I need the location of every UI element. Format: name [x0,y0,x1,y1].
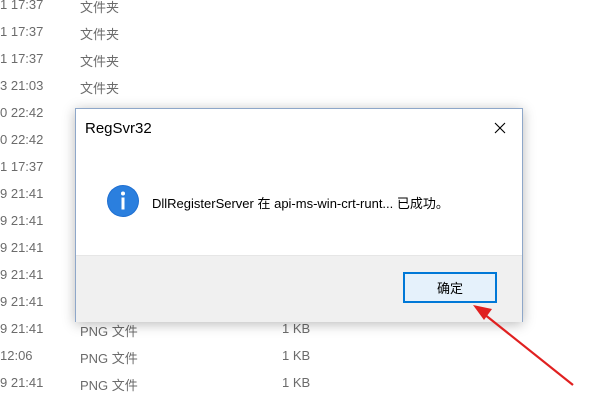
file-date: 1 17:37 [0,159,44,174]
file-date: 9 21:41 [0,267,44,282]
file-date: 9 21:41 [0,294,44,309]
dialog-content: DllRegisterServer 在 api-ms-win-crt-runt.… [76,147,522,255]
file-size: 1 KB [282,375,311,390]
info-icon [107,185,139,217]
file-type: PNG 文件 [80,324,138,339]
file-row[interactable]: 3 21:03 文件夹 [0,73,600,100]
file-date: 1 17:37 [0,0,44,12]
file-type: PNG 文件 [80,378,138,393]
file-date: 9 21:41 [0,321,44,336]
file-date: 0 22:42 [0,105,44,120]
file-row[interactable]: 12:06 PNG 文件 1 KB [0,343,600,370]
file-row[interactable]: 1 17:37 文件夹 [0,46,600,73]
file-date: 1 17:37 [0,24,44,39]
file-date: 9 21:41 [0,213,44,228]
file-type: 文件夹 [80,54,120,69]
dialog-footer: 确定 [76,255,522,322]
file-date: 0 22:42 [0,132,44,147]
dialog-message: DllRegisterServer 在 api-ms-win-crt-runt.… [152,196,449,211]
close-icon [494,122,506,134]
file-date: 1 17:37 [0,51,44,66]
file-date: 12:06 [0,348,33,363]
file-type: 文件夹 [80,81,120,96]
file-size: 1 KB [282,321,311,336]
file-type: 文件夹 [80,27,120,42]
dialog-title: RegSvr32 [85,120,152,137]
regsvr32-dialog: RegSvr32 DllRegisterServer 在 api-ms-win-… [75,108,523,322]
file-date: 3 21:03 [0,78,44,93]
file-row[interactable]: 1 17:37 文件夹 [0,0,600,19]
file-row[interactable]: 9 21:41 PNG 文件 1 KB [0,370,600,397]
file-type: PNG 文件 [80,351,138,366]
file-type: 文件夹 [80,0,120,15]
ok-button[interactable]: 确定 [403,272,497,303]
dialog-titlebar[interactable]: RegSvr32 [76,109,522,147]
file-date: 9 21:41 [0,375,44,390]
file-date: 9 21:41 [0,186,44,201]
file-date: 9 21:41 [0,240,44,255]
file-row[interactable]: 1 17:37 文件夹 [0,19,600,46]
file-size: 1 KB [282,348,311,363]
close-button[interactable] [486,115,514,141]
